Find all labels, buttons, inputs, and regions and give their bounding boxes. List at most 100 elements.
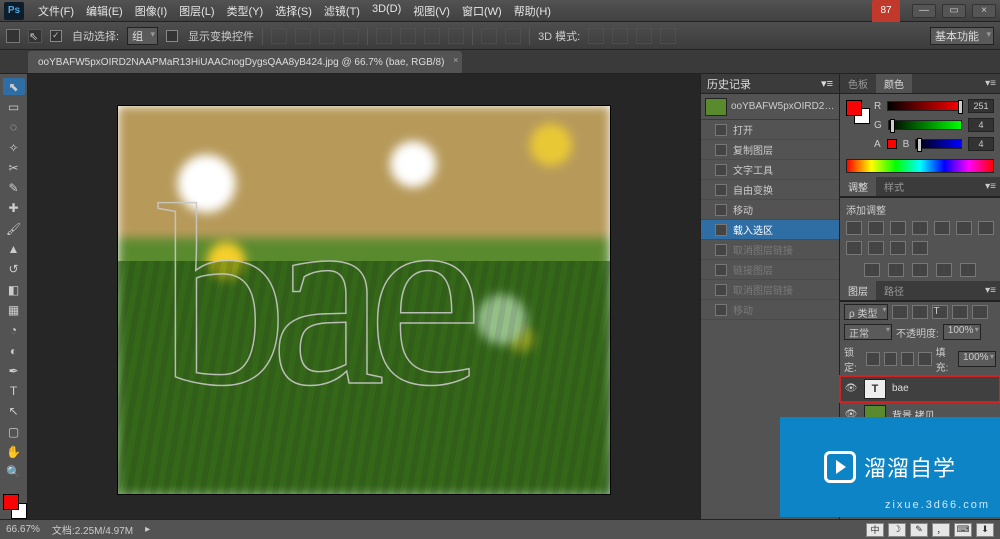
layer-row[interactable]: 👁Tbae bbox=[840, 376, 1000, 402]
menu-item[interactable]: 文件(F) bbox=[32, 3, 80, 19]
align-icon[interactable] bbox=[271, 28, 287, 44]
close-button[interactable]: × bbox=[972, 4, 996, 18]
history-brush-tool[interactable]: ↺ bbox=[3, 261, 25, 278]
fill-value[interactable]: 100% bbox=[958, 351, 996, 367]
distribute-icon[interactable] bbox=[376, 28, 392, 44]
brush-tool[interactable]: 🖌 bbox=[3, 220, 25, 237]
workspace-switcher[interactable]: 基本功能 bbox=[930, 27, 994, 45]
3d-icon[interactable] bbox=[612, 28, 628, 44]
menu-item[interactable]: 编辑(E) bbox=[80, 3, 129, 19]
tab-paths[interactable]: 路径 bbox=[876, 281, 912, 300]
menu-item[interactable]: 滤镜(T) bbox=[318, 3, 366, 19]
filter-pixel-icon[interactable] bbox=[892, 305, 908, 319]
tool-preset-icon[interactable] bbox=[6, 29, 20, 43]
shape-tool[interactable]: ▢ bbox=[3, 423, 25, 440]
ime-button[interactable]: ， bbox=[932, 523, 950, 537]
ime-button[interactable]: ⌨ bbox=[954, 523, 972, 537]
eyedropper-tool[interactable]: ✎ bbox=[3, 179, 25, 196]
adj-balance-icon[interactable] bbox=[978, 221, 994, 235]
hand-tool[interactable]: ✋ bbox=[3, 443, 25, 460]
zoom-readout[interactable]: 66.67% bbox=[6, 524, 40, 535]
adj-invert-icon[interactable] bbox=[864, 263, 880, 277]
doc-size-readout[interactable]: 文档:2.25M/4.97M bbox=[52, 522, 133, 537]
panel-menu-icon[interactable]: ▾≡ bbox=[981, 181, 1000, 192]
document-tab[interactable]: ooYBAFW5pxOIRD2NAAPMaR13HiUAACnogDygsQAA… bbox=[28, 51, 462, 73]
ime-button[interactable]: ⬇ bbox=[976, 523, 994, 537]
history-step[interactable]: 载入选区 bbox=[701, 220, 839, 240]
filter-text-icon[interactable]: T bbox=[932, 305, 948, 319]
align-icon[interactable] bbox=[343, 28, 359, 44]
r-slider[interactable] bbox=[887, 101, 962, 111]
adj-brightness-icon[interactable] bbox=[846, 221, 862, 235]
auto-select-target[interactable]: 组 bbox=[127, 27, 158, 45]
lock-pixel-icon[interactable] bbox=[884, 352, 897, 366]
layer-filter-type[interactable]: ρ 类型 bbox=[844, 304, 888, 320]
menu-item[interactable]: 视图(V) bbox=[407, 3, 456, 19]
lasso-tool[interactable]: ◌ bbox=[3, 119, 25, 136]
r-value[interactable]: 251 bbox=[968, 99, 994, 113]
history-step[interactable]: 取消图层链接 bbox=[701, 240, 839, 260]
adj-hue-icon[interactable] bbox=[956, 221, 972, 235]
adj-mixer-icon[interactable] bbox=[890, 241, 906, 255]
3d-icon[interactable] bbox=[636, 28, 652, 44]
canvas-area[interactable]: bae bbox=[28, 74, 700, 519]
3d-icon[interactable] bbox=[588, 28, 604, 44]
adj-gradient-icon[interactable] bbox=[936, 263, 952, 277]
align-icon[interactable] bbox=[295, 28, 311, 44]
ime-button[interactable]: ✎ bbox=[910, 523, 928, 537]
foreground-color-well[interactable] bbox=[3, 494, 19, 510]
history-step[interactable]: 移动 bbox=[701, 200, 839, 220]
history-step[interactable]: 打开 bbox=[701, 120, 839, 140]
close-icon[interactable]: × bbox=[453, 55, 458, 65]
menu-item[interactable]: 图像(I) bbox=[129, 3, 173, 19]
history-step[interactable]: 链接图层 bbox=[701, 260, 839, 280]
history-step[interactable]: 取消图层链接 bbox=[701, 280, 839, 300]
g-slider[interactable] bbox=[888, 120, 962, 130]
adj-curves-icon[interactable] bbox=[890, 221, 906, 235]
b-slider[interactable] bbox=[915, 139, 962, 149]
adj-bw-icon[interactable] bbox=[846, 241, 862, 255]
lock-all-icon[interactable] bbox=[918, 352, 931, 366]
g-value[interactable]: 4 bbox=[968, 118, 994, 132]
tab-color[interactable]: 颜色 bbox=[876, 74, 912, 93]
tab-swatches[interactable]: 色板 bbox=[840, 74, 876, 93]
filter-adj-icon[interactable] bbox=[912, 305, 928, 319]
pen-tool[interactable]: ✒ bbox=[3, 362, 25, 379]
ime-button[interactable]: ☽ bbox=[888, 523, 906, 537]
path-tool[interactable]: ↖ bbox=[3, 403, 25, 420]
b-value[interactable]: 4 bbox=[968, 137, 994, 151]
lock-trans-icon[interactable] bbox=[866, 352, 879, 366]
artboard[interactable]: bae bbox=[118, 106, 610, 494]
panel-menu-icon[interactable]: ▾≡ bbox=[981, 78, 1000, 89]
history-step[interactable]: 移动 bbox=[701, 300, 839, 320]
cloud-badge[interactable]: 87 bbox=[872, 0, 900, 22]
visibility-toggle[interactable]: 👁 bbox=[844, 383, 858, 394]
auto-select-checkbox[interactable] bbox=[50, 30, 62, 42]
adj-vibrance-icon[interactable] bbox=[934, 221, 950, 235]
opacity-value[interactable]: 100% bbox=[943, 324, 981, 340]
zoom-tool[interactable]: 🔍 bbox=[3, 464, 25, 481]
ime-button[interactable]: 中 bbox=[866, 523, 884, 537]
crop-tool[interactable]: ✂ bbox=[3, 159, 25, 176]
tab-layers[interactable]: 图层 bbox=[840, 281, 876, 300]
menu-item[interactable]: 3D(D) bbox=[366, 3, 407, 19]
panel-menu-icon[interactable]: ▾≡ bbox=[821, 77, 833, 90]
tab-adjustments[interactable]: 调整 bbox=[840, 177, 876, 196]
filter-smart-icon[interactable] bbox=[972, 305, 988, 319]
blur-tool[interactable]: ◔ bbox=[3, 322, 25, 339]
lock-pos-icon[interactable] bbox=[901, 352, 914, 366]
filter-shape-icon[interactable] bbox=[952, 305, 968, 319]
panel-menu-icon[interactable]: ▾≡ bbox=[981, 285, 1000, 296]
hue-ramp[interactable] bbox=[846, 159, 994, 173]
healing-tool[interactable]: ✚ bbox=[3, 200, 25, 217]
eraser-tool[interactable]: ◧ bbox=[3, 281, 25, 298]
history-source-row[interactable]: ooYBAFW5pxOIRD2NA... bbox=[701, 94, 839, 120]
adj-photo-filter-icon[interactable] bbox=[868, 241, 884, 255]
distribute-icon[interactable] bbox=[505, 28, 521, 44]
menu-item[interactable]: 选择(S) bbox=[269, 3, 318, 19]
history-step[interactable]: 自由变换 bbox=[701, 180, 839, 200]
adj-lookup-icon[interactable] bbox=[912, 241, 928, 255]
3d-icon[interactable] bbox=[660, 28, 676, 44]
menu-item[interactable]: 窗口(W) bbox=[456, 3, 508, 19]
dodge-tool[interactable]: ◐ bbox=[3, 342, 25, 359]
